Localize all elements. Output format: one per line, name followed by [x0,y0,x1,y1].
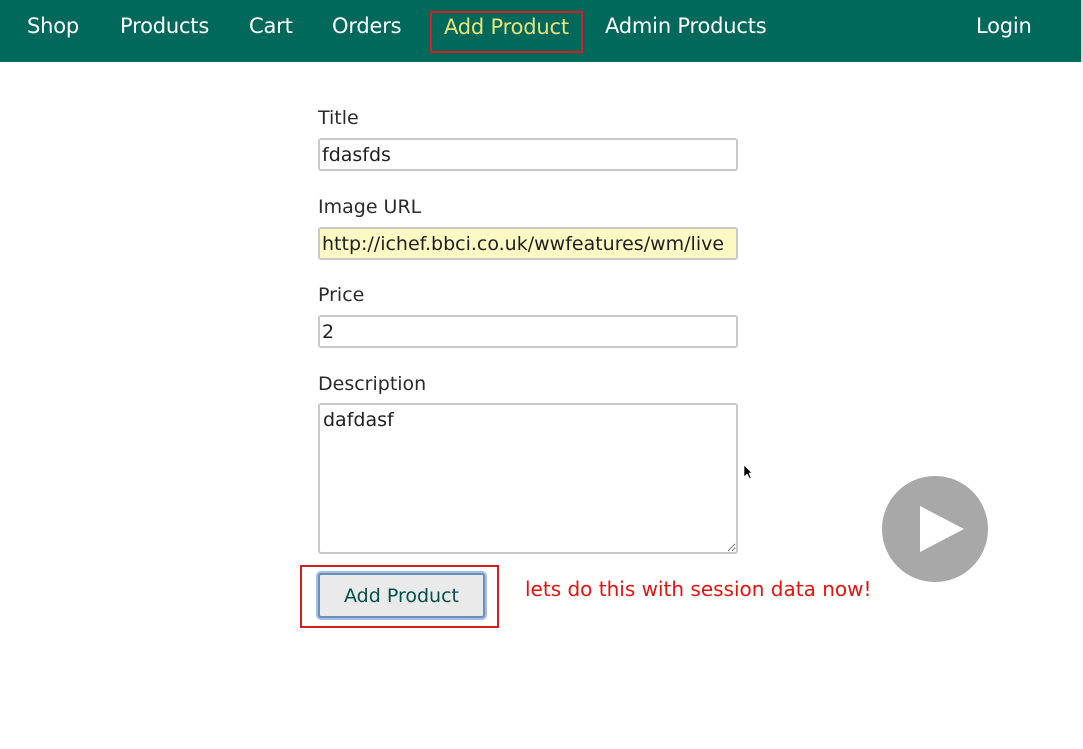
main-header: Shop Products Cart Orders Add Product Ad… [0,0,1083,62]
page: Shop Products Cart Orders Add Product Ad… [0,0,1083,749]
add-product-button[interactable]: Add Product [318,573,485,618]
play-icon [920,506,964,552]
mouse-pointer-icon [743,464,753,480]
title-label: Title [318,107,359,129]
play-button[interactable] [882,476,988,582]
nav-link-products[interactable]: Products [120,10,209,44]
nav-link-cart[interactable]: Cart [249,10,293,44]
image-url-input[interactable] [318,227,738,260]
price-label: Price [318,284,365,306]
nav-link-orders[interactable]: Orders [332,10,402,44]
description-textarea[interactable]: dafdasf [318,403,738,554]
nav-link-shop[interactable]: Shop [27,10,79,44]
description-label: Description [318,373,427,395]
price-input[interactable] [318,315,738,348]
nav-link-add-product[interactable]: Add Product [430,11,583,53]
title-input[interactable] [318,138,738,171]
annotation-text: lets do this with session data now! [525,577,872,601]
nav-link-login[interactable]: Login [976,10,1032,44]
nav-link-admin-products[interactable]: Admin Products [605,10,767,44]
image-url-label: Image URL [318,196,422,218]
